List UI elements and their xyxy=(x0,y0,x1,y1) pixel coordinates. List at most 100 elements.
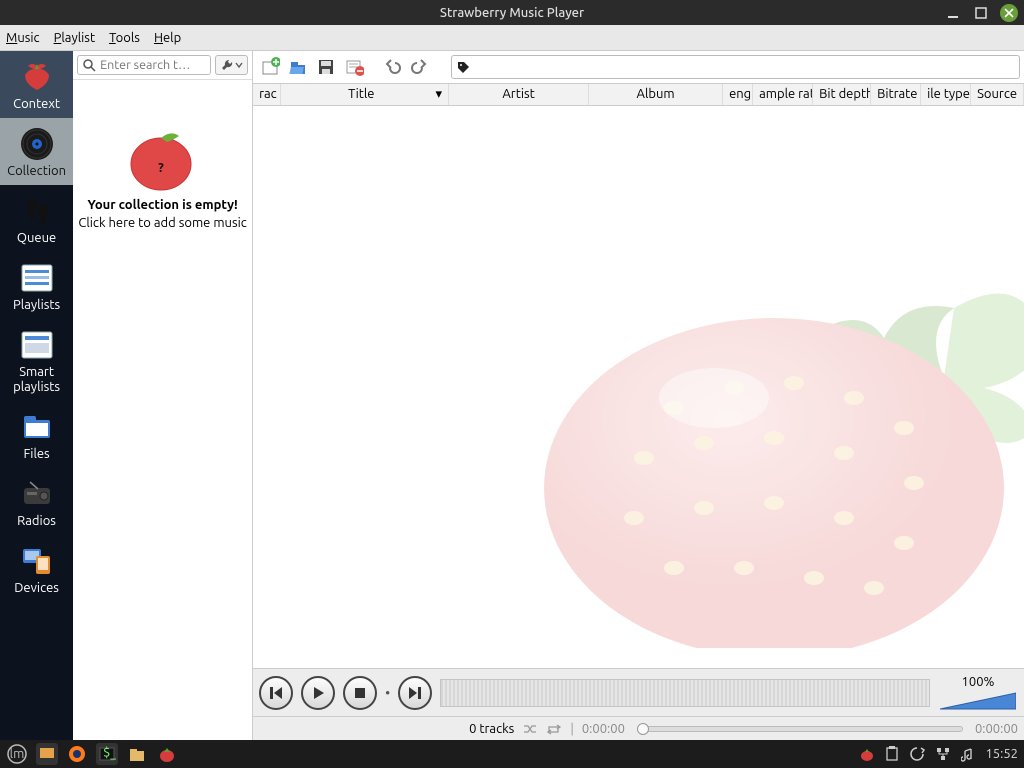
menu-music[interactable]: Music xyxy=(6,31,40,45)
tray-network-icon[interactable] xyxy=(935,746,951,762)
next-button[interactable] xyxy=(398,676,432,710)
vinyl-icon xyxy=(19,126,55,162)
main-area: rac Title▾ Artist Album engt ample rat B… xyxy=(253,51,1024,740)
window-title: Strawberry Music Player xyxy=(0,6,1024,20)
col-samplerate[interactable]: ample rat xyxy=(753,84,813,105)
col-album[interactable]: Album xyxy=(589,84,723,105)
empty-title: Your collection is empty! xyxy=(87,198,237,212)
sidebar-label: Smart playlists xyxy=(2,365,71,395)
clear-playlist-button[interactable] xyxy=(341,54,367,80)
taskbar-strawberry-icon[interactable] xyxy=(156,743,178,765)
strawberry-icon xyxy=(19,59,55,95)
smart-playlists-icon xyxy=(19,327,55,363)
sidebar-item-playlists[interactable]: Playlists xyxy=(0,252,73,319)
empty-subtitle: Click here to add some music xyxy=(78,216,246,230)
menu-help[interactable]: Help xyxy=(154,31,181,45)
search-input[interactable] xyxy=(100,58,206,72)
taskbar-desktop-icon[interactable] xyxy=(36,743,58,765)
radio-icon xyxy=(19,476,55,512)
sidebar: Context Collection Queue Playlists Smart… xyxy=(0,51,73,740)
redo-button[interactable] xyxy=(407,54,433,80)
sidebar-item-queue[interactable]: Queue xyxy=(0,185,73,252)
sidebar-label: Files xyxy=(23,447,49,462)
titlebar: Strawberry Music Player xyxy=(0,0,1024,25)
shuffle-icon[interactable] xyxy=(522,722,538,736)
svg-text:?: ? xyxy=(158,161,164,175)
path-field[interactable] xyxy=(451,55,1020,79)
volume-label: 100% xyxy=(962,675,995,689)
previous-button[interactable] xyxy=(259,676,293,710)
sidebar-item-files[interactable]: Files xyxy=(0,401,73,468)
seek-slider[interactable] xyxy=(637,726,963,732)
minimize-button[interactable] xyxy=(944,4,962,22)
separator: • xyxy=(385,685,390,701)
system-tray: 15:52 xyxy=(859,746,1018,762)
strawberry-watermark xyxy=(524,228,1024,648)
col-length[interactable]: engt xyxy=(723,84,753,105)
svg-text:$_: $_ xyxy=(103,746,116,760)
repeat-icon[interactable] xyxy=(546,722,562,736)
playlist-toolbar xyxy=(253,51,1024,84)
sidebar-item-context[interactable]: Context xyxy=(0,51,73,118)
volume-control[interactable]: 100% xyxy=(938,675,1018,711)
tray-clock[interactable]: 15:52 xyxy=(985,747,1018,761)
wrench-icon xyxy=(220,58,234,72)
taskbar: lm $_ 15:52 xyxy=(0,740,1024,768)
sort-desc-icon: ▾ xyxy=(436,87,443,102)
strawberry-question-icon: ? xyxy=(123,124,203,194)
collection-search[interactable] xyxy=(77,55,211,75)
menu-tools[interactable]: Tools xyxy=(109,31,140,45)
volume-slider[interactable] xyxy=(940,691,1016,711)
tray-update-icon[interactable] xyxy=(909,746,925,762)
sidebar-item-collection[interactable]: Collection xyxy=(0,118,73,185)
svg-text:lm: lm xyxy=(10,747,25,761)
mint-menu-icon[interactable]: lm xyxy=(6,743,28,765)
taskbar-terminal-icon[interactable]: $_ xyxy=(96,743,118,765)
close-button[interactable] xyxy=(1000,4,1018,22)
col-source[interactable]: Source xyxy=(971,84,1024,105)
sidebar-label: Context xyxy=(13,97,60,112)
search-icon xyxy=(82,58,96,72)
sidebar-label: Queue xyxy=(17,231,56,246)
waveform-seekbar[interactable] xyxy=(440,679,930,707)
collection-panel: ? Your collection is empty! Click here t… xyxy=(73,51,253,740)
col-artist[interactable]: Artist xyxy=(449,84,589,105)
playlist-body xyxy=(253,106,1024,668)
track-count: 0 tracks xyxy=(469,722,514,736)
stop-button[interactable] xyxy=(343,676,377,710)
column-headers[interactable]: rac Title▾ Artist Album engt ample rat B… xyxy=(253,84,1024,106)
sidebar-label: Devices xyxy=(14,581,59,596)
taskbar-firefox-icon[interactable] xyxy=(66,743,88,765)
menu-playlist[interactable]: Playlist xyxy=(54,31,95,45)
col-filetype[interactable]: ile type xyxy=(921,84,971,105)
playback-controls: • 100% xyxy=(253,668,1024,716)
play-button[interactable] xyxy=(301,676,335,710)
new-playlist-button[interactable] xyxy=(257,54,283,80)
col-bitdepth[interactable]: Bit depth xyxy=(813,84,871,105)
open-button[interactable] xyxy=(285,54,311,80)
playlists-icon xyxy=(19,260,55,296)
tray-strawberry-icon[interactable] xyxy=(859,746,875,762)
tray-clipboard-icon[interactable] xyxy=(885,746,899,762)
save-button[interactable] xyxy=(313,54,339,80)
undo-button[interactable] xyxy=(379,54,405,80)
col-title[interactable]: Title▾ xyxy=(281,84,449,105)
sidebar-item-smart-playlists[interactable]: Smart playlists xyxy=(0,319,73,401)
collection-empty-area[interactable]: ? Your collection is empty! Click here t… xyxy=(73,80,252,740)
chevron-down-icon xyxy=(235,61,243,69)
sidebar-item-devices[interactable]: Devices xyxy=(0,535,73,602)
files-icon xyxy=(19,409,55,445)
sidebar-label: Radios xyxy=(17,514,56,529)
maximize-button[interactable] xyxy=(972,4,990,22)
sidebar-label: Playlists xyxy=(13,298,60,313)
col-bitrate[interactable]: Bitrate xyxy=(871,84,921,105)
sidebar-item-radios[interactable]: Radios xyxy=(0,468,73,535)
collection-options-button[interactable] xyxy=(215,55,248,75)
time-total: 0:00:00 xyxy=(975,722,1018,736)
devices-icon xyxy=(19,543,55,579)
sidebar-label: Collection xyxy=(7,164,66,179)
col-track[interactable]: rac xyxy=(253,84,281,105)
taskbar-files-icon[interactable] xyxy=(126,743,148,765)
menubar: Music Playlist Tools Help xyxy=(0,25,1024,51)
tray-sound-icon[interactable] xyxy=(961,746,975,762)
